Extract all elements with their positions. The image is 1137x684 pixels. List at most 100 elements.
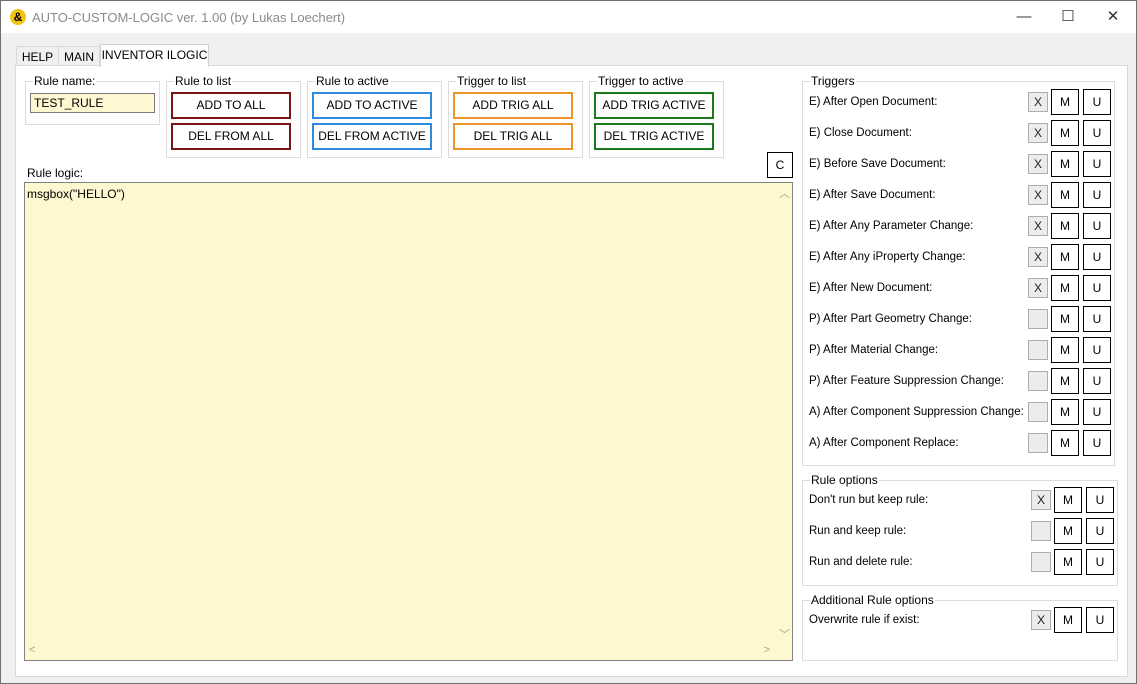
u-button[interactable]: U xyxy=(1083,151,1111,177)
group-label: Rule to list xyxy=(174,74,233,88)
option-label: E) After Any iProperty Change: xyxy=(809,251,966,263)
option-checkbox[interactable]: X xyxy=(1028,247,1048,267)
app-icon: & xyxy=(10,9,26,25)
option-checkbox[interactable] xyxy=(1031,521,1051,541)
rule-logic-editor[interactable]: msgbox("HELLO") ︿ ﹀ < > xyxy=(24,182,793,661)
m-button[interactable]: M xyxy=(1054,487,1082,513)
u-button[interactable]: U xyxy=(1086,549,1114,575)
action-button[interactable]: DEL TRIG ACTIVE xyxy=(594,123,714,150)
m-button[interactable]: M xyxy=(1051,275,1079,301)
action-button[interactable]: DEL FROM ALL xyxy=(171,123,291,150)
u-button[interactable]: U xyxy=(1083,430,1111,456)
option-label: A) After Component Suppression Change: xyxy=(809,406,1024,418)
action-button[interactable]: ADD TRIG ACTIVE xyxy=(594,92,714,119)
option-label: P) After Material Change: xyxy=(809,344,939,356)
m-button[interactable]: M xyxy=(1051,120,1079,146)
option-checkbox[interactable] xyxy=(1031,552,1051,572)
action-button[interactable]: DEL TRIG ALL xyxy=(453,123,573,150)
close-button[interactable]: ✕ xyxy=(1090,1,1136,33)
option-label: E) After Save Document: xyxy=(809,189,936,201)
title-bar: & AUTO-CUSTOM-LOGIC ver. 1.00 (by Lukas … xyxy=(1,1,1136,33)
option-checkbox[interactable]: X xyxy=(1031,490,1051,510)
group-label: Trigger to list xyxy=(456,74,527,88)
u-button[interactable]: U xyxy=(1083,306,1111,332)
rule-logic-code[interactable]: msgbox("HELLO") xyxy=(27,187,125,201)
rule-logic-label: Rule logic: xyxy=(27,166,84,180)
rule-options-label: Rule options xyxy=(810,473,879,487)
option-checkbox[interactable]: X xyxy=(1031,610,1051,630)
m-button[interactable]: M xyxy=(1054,549,1082,575)
m-button[interactable]: M xyxy=(1051,182,1079,208)
u-button[interactable]: U xyxy=(1083,182,1111,208)
horizontal-scrollbar[interactable]: < > xyxy=(25,643,776,660)
option-label: E) After Open Document: xyxy=(809,96,938,108)
tab-main[interactable]: MAIN xyxy=(58,46,100,66)
scroll-left-icon[interactable]: < xyxy=(29,644,35,656)
option-checkbox[interactable]: X xyxy=(1028,92,1048,112)
u-button[interactable]: U xyxy=(1083,244,1111,270)
group-label: Trigger to active xyxy=(597,74,685,88)
option-checkbox[interactable]: X xyxy=(1028,154,1048,174)
m-button[interactable]: M xyxy=(1054,607,1082,633)
scroll-down-icon[interactable]: ﹀ xyxy=(779,626,790,642)
u-button[interactable]: U xyxy=(1083,337,1111,363)
option-checkbox[interactable]: X xyxy=(1028,278,1048,298)
u-button[interactable]: U xyxy=(1083,120,1111,146)
group-label: Rule to active xyxy=(315,74,390,88)
u-button[interactable]: U xyxy=(1086,607,1114,633)
option-label: P) After Part Geometry Change: xyxy=(809,313,972,325)
action-button[interactable]: DEL FROM ACTIVE xyxy=(312,123,432,150)
option-label: Run and delete rule: xyxy=(809,556,913,568)
rule-name-input[interactable]: TEST_RULE xyxy=(30,93,155,113)
action-button[interactable]: ADD TRIG ALL xyxy=(453,92,573,119)
m-button[interactable]: M xyxy=(1051,337,1079,363)
u-button[interactable]: U xyxy=(1086,487,1114,513)
option-checkbox[interactable]: X xyxy=(1028,123,1048,143)
m-button[interactable]: M xyxy=(1051,244,1079,270)
scroll-right-icon[interactable]: > xyxy=(764,644,770,656)
m-button[interactable]: M xyxy=(1051,306,1079,332)
option-checkbox[interactable] xyxy=(1028,309,1048,329)
rule-name-label: Rule name: xyxy=(33,74,97,88)
action-button[interactable]: ADD TO ACTIVE xyxy=(312,92,432,119)
option-checkbox[interactable] xyxy=(1028,433,1048,453)
u-button[interactable]: U xyxy=(1083,213,1111,239)
tab-help[interactable]: HELP xyxy=(16,46,59,66)
scroll-up-icon[interactable]: ︿ xyxy=(779,185,790,201)
maximize-button[interactable]: ☐ xyxy=(1045,1,1091,33)
m-button[interactable]: M xyxy=(1051,430,1079,456)
u-button[interactable]: U xyxy=(1083,399,1111,425)
action-button[interactable]: ADD TO ALL xyxy=(171,92,291,119)
option-checkbox[interactable]: X xyxy=(1028,216,1048,236)
u-button[interactable]: U xyxy=(1083,89,1111,115)
m-button[interactable]: M xyxy=(1054,518,1082,544)
m-button[interactable]: M xyxy=(1051,368,1079,394)
option-label: Don't run but keep rule: xyxy=(809,494,929,506)
option-label: A) After Component Replace: xyxy=(809,437,959,449)
m-button[interactable]: M xyxy=(1051,89,1079,115)
option-checkbox[interactable] xyxy=(1028,402,1048,422)
m-button[interactable]: M xyxy=(1051,151,1079,177)
window-title: AUTO-CUSTOM-LOGIC ver. 1.00 (by Lukas Lo… xyxy=(32,10,346,25)
option-label: E) After Any Parameter Change: xyxy=(809,220,974,232)
m-button[interactable]: M xyxy=(1051,213,1079,239)
u-button[interactable]: U xyxy=(1083,275,1111,301)
u-button[interactable]: U xyxy=(1083,368,1111,394)
minimize-button[interactable]: — xyxy=(1001,1,1047,33)
u-button[interactable]: U xyxy=(1086,518,1114,544)
option-label: E) Before Save Document: xyxy=(809,158,946,170)
option-label: E) Close Document: xyxy=(809,127,912,139)
option-label: Overwrite rule if exist: xyxy=(809,614,920,626)
additional-options-label: Additional Rule options xyxy=(810,593,935,607)
triggers-label: Triggers xyxy=(810,74,856,88)
option-checkbox[interactable]: X xyxy=(1028,185,1048,205)
vertical-scrollbar[interactable]: ︿ ﹀ xyxy=(775,183,792,644)
option-checkbox[interactable] xyxy=(1028,371,1048,391)
m-button[interactable]: M xyxy=(1051,399,1079,425)
clear-button[interactable]: C xyxy=(767,152,793,178)
option-label: Run and keep rule: xyxy=(809,525,907,537)
option-label: E) After New Document: xyxy=(809,282,933,294)
option-checkbox[interactable] xyxy=(1028,340,1048,360)
option-label: P) After Feature Suppression Change: xyxy=(809,375,1004,387)
tab-inventor-ilogic[interactable]: INVENTOR ILOGIC xyxy=(100,44,209,67)
